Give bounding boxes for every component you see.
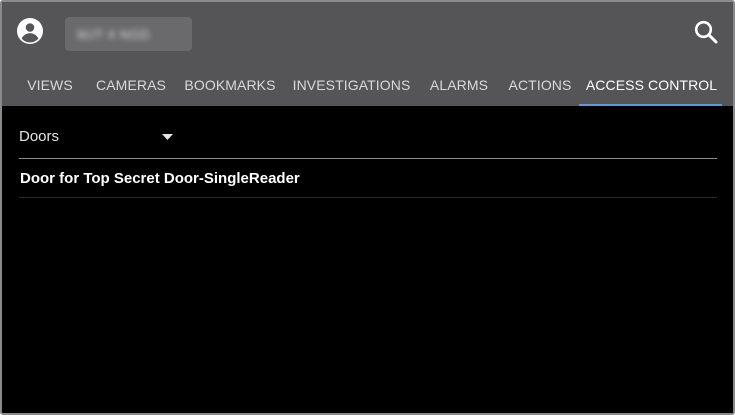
tab-bar: VIEWS CAMERAS BOOKMARKS INVESTIGATIONS A… — [2, 64, 733, 106]
server-name-text: MJT 4 NGD — [77, 26, 150, 42]
tab-views-label: VIEWS — [27, 77, 73, 93]
app-window: MJT 4 NGD VIEWS CAMERAS BOOKMARKS INVEST… — [0, 0, 735, 415]
tab-bookmarks-label: BOOKMARKS — [184, 77, 276, 93]
tab-actions-label: ACTIONS — [508, 77, 572, 93]
tab-alarms-label: ALARMS — [429, 77, 489, 93]
search-icon — [694, 20, 718, 44]
tab-actions[interactable]: ACTIONS — [501, 64, 579, 106]
account-button[interactable] — [15, 16, 45, 46]
tab-bookmarks[interactable]: BOOKMARKS — [178, 64, 282, 106]
door-list-item[interactable]: Door for Top Secret Door-SingleReader — [19, 160, 717, 198]
tab-investigations-label: INVESTIGATIONS — [292, 77, 411, 93]
tab-access-control-label: ACCESS CONTROL — [585, 77, 718, 93]
dropdown-arrow-icon — [161, 132, 173, 142]
door-list-item-label: Door for Top Secret Door-SingleReader — [20, 170, 300, 187]
tab-cameras-label: CAMERAS — [96, 77, 166, 93]
tab-access-control[interactable]: ACCESS CONTROL — [579, 64, 724, 106]
access-control-panel: Doors Door for Top Secret Door-SingleRea… — [2, 106, 733, 413]
tab-investigations[interactable]: INVESTIGATIONS — [286, 64, 417, 106]
tab-alarms[interactable]: ALARMS — [421, 64, 497, 106]
tab-cameras[interactable]: CAMERAS — [88, 64, 174, 106]
server-name-chip[interactable]: MJT 4 NGD — [65, 17, 192, 51]
search-button[interactable] — [691, 17, 721, 47]
tab-views[interactable]: VIEWS — [16, 64, 84, 106]
account-circle-icon — [17, 18, 43, 44]
doors-dropdown[interactable]: Doors — [19, 119, 717, 159]
dropdown-selected-value: Doors — [19, 128, 60, 145]
top-app-bar: MJT 4 NGD VIEWS CAMERAS BOOKMARKS INVEST… — [2, 2, 733, 106]
